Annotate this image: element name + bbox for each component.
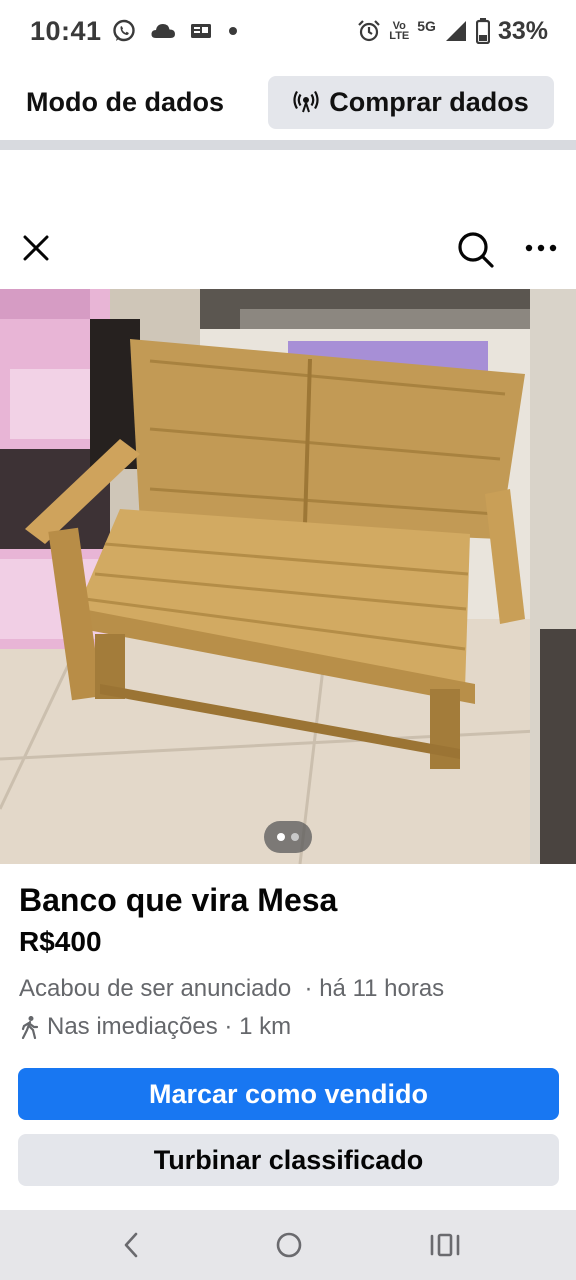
mark-as-sold-button[interactable]: Marcar como vendido <box>18 1068 559 1120</box>
location-label: Nas imediações · 1 km <box>47 1013 292 1040</box>
more-options-button[interactable] <box>522 232 560 264</box>
photo-pager[interactable] <box>264 821 312 853</box>
notification-icons <box>112 19 240 43</box>
network-type: 5G <box>417 18 436 34</box>
system-nav-bar <box>0 1210 576 1280</box>
dot-icon <box>228 27 237 35</box>
listing-posted-time: Acabou de ser anunciado · há 11 horas <box>19 975 445 1002</box>
listing-top-nav <box>0 218 576 282</box>
whatsapp-icon <box>112 19 135 42</box>
close-icon <box>23 235 49 261</box>
nav-home-button[interactable] <box>274 1230 304 1260</box>
listing-location: Nas imediações · 1 km <box>19 1013 291 1041</box>
recents-icon <box>430 1233 460 1257</box>
news-icon <box>190 24 211 38</box>
battery-percent: 33% <box>497 16 548 45</box>
search-icon <box>458 232 494 268</box>
listing-title: Banco que vira Mesa <box>19 882 338 918</box>
status-bar: 10:41 Vo LTE 5G 33% <box>0 0 576 62</box>
buy-data-button[interactable]: Comprar dados <box>268 75 554 129</box>
more-icon <box>525 244 557 252</box>
listing-price: R$400 <box>19 926 102 957</box>
status-right: Vo LTE 5G 33% <box>357 17 548 46</box>
walking-icon <box>21 1016 39 1039</box>
pager-dot <box>291 833 299 841</box>
close-button[interactable] <box>20 232 52 264</box>
buy-data-label: Comprar dados <box>329 86 529 117</box>
boost-listing-button[interactable]: Turbinar classificado <box>18 1134 559 1186</box>
data-mode-label: Modo de dados <box>26 86 224 117</box>
data-mode-bar: Modo de dados Comprar dados <box>0 62 576 142</box>
pager-dot-active <box>277 833 285 841</box>
back-icon <box>124 1232 138 1258</box>
listing-photo[interactable] <box>0 289 576 864</box>
home-icon <box>276 1232 302 1258</box>
signal-icon <box>445 21 466 41</box>
cloud-icon <box>151 24 175 38</box>
alarm-icon <box>358 20 381 42</box>
volte-bottom: LTE <box>389 30 410 42</box>
bench-photo-illustration <box>0 289 576 864</box>
status-time: 10:41 <box>30 15 102 46</box>
nav-back-button[interactable] <box>118 1230 146 1260</box>
volte-indicator: Vo LTE <box>389 21 410 42</box>
search-button[interactable] <box>456 230 496 270</box>
divider <box>0 140 576 150</box>
broadcast-icon <box>293 90 319 113</box>
battery-icon <box>475 18 490 44</box>
nav-recents-button[interactable] <box>428 1230 462 1260</box>
